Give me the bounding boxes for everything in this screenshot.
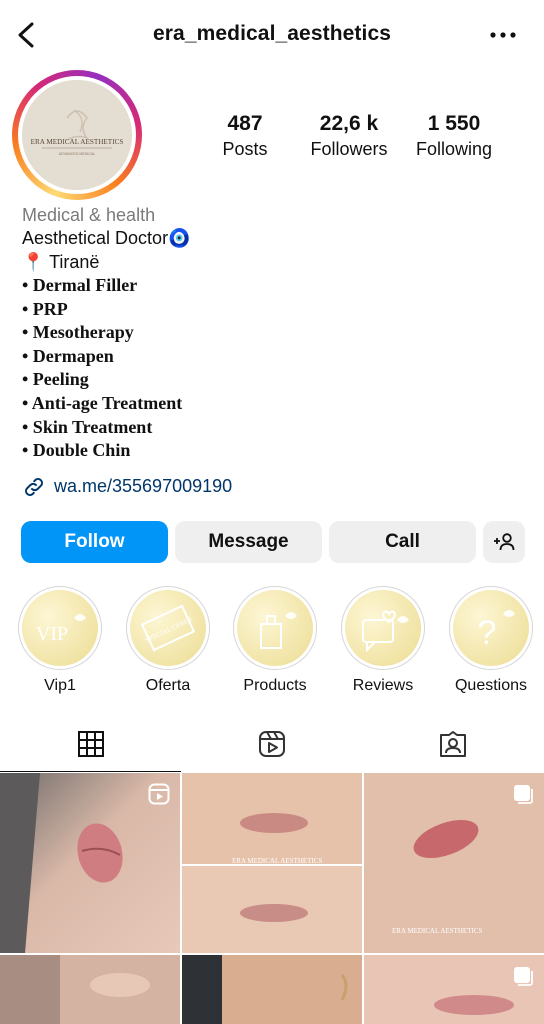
story-highlights: VIP Vip1 SPECIAL OFFER Oferta Products R… xyxy=(0,586,544,696)
profile-tabs xyxy=(0,716,544,772)
stat-posts[interactable]: 487 Posts xyxy=(205,112,285,161)
posts-label: Posts xyxy=(222,139,268,159)
profile-actions: Follow Message Call xyxy=(21,521,525,563)
post-image xyxy=(182,955,362,1024)
highlight-cover: VIP xyxy=(22,590,98,666)
posts-count: 487 xyxy=(227,112,263,135)
tagged-icon xyxy=(439,731,466,757)
grid-post[interactable]: ERA MEDICAL AESTHETICS xyxy=(364,773,544,953)
profile-username: era_medical_aesthetics xyxy=(152,22,392,45)
grid-post[interactable] xyxy=(364,955,544,1024)
bio-location: 📍 Tiranë xyxy=(22,252,100,272)
stat-following[interactable]: 1 550 Following xyxy=(404,112,504,161)
posts-grid: ERA MEDICAL AESTHETICS ERA MEDICAL AESTH… xyxy=(0,773,544,1024)
carousel-icon xyxy=(514,785,533,804)
tab-posts-grid[interactable] xyxy=(0,716,181,772)
question-mark-icon: ? xyxy=(478,614,497,652)
bio-service: • Double Chin xyxy=(22,440,131,461)
reels-icon xyxy=(258,731,285,757)
more-horizontal-icon xyxy=(490,32,516,38)
story-ring[interactable]: ERA MEDICAL AESTHETICS ADVANCED MEDICAL xyxy=(12,70,142,200)
post-watermark: ERA MEDICAL AESTHETICS xyxy=(392,927,482,935)
highlight-label: Products xyxy=(243,677,307,694)
grid-icon xyxy=(77,730,104,757)
carousel-icon xyxy=(514,967,533,986)
call-button[interactable]: Call xyxy=(329,521,476,563)
bio-service: • Peeling xyxy=(22,369,89,390)
highlight-label: Oferta xyxy=(145,677,191,694)
highlight-label: Reviews xyxy=(352,677,414,694)
message-button[interactable]: Message xyxy=(175,521,322,563)
highlight-questions[interactable]: ? Questions xyxy=(448,586,534,696)
highlight-cover: ? xyxy=(453,590,529,666)
followers-count: 22,6 k xyxy=(319,112,379,135)
following-count: 1 550 xyxy=(427,112,481,135)
bio-service: • Dermapen xyxy=(22,345,114,366)
bio-service: • Mesotherapy xyxy=(22,322,134,343)
logo-subtext: ADVANCED MEDICAL xyxy=(59,152,96,156)
follow-button[interactable]: Follow xyxy=(21,521,168,563)
highlight-products[interactable]: Products xyxy=(232,586,318,696)
followers-label: Followers xyxy=(310,139,388,159)
bio-service: • Skin Treatment xyxy=(22,416,153,437)
highlight-art-text: VIP xyxy=(36,623,68,645)
grid-post[interactable]: ERA MEDICAL AESTHETICS xyxy=(182,773,362,953)
profile-bio: Medical & health Aesthetical Doctor🧿 📍 T… xyxy=(22,204,522,499)
avatar: ERA MEDICAL AESTHETICS ADVANCED MEDICAL xyxy=(22,80,132,190)
bio-link[interactable]: wa.me/355697009190 xyxy=(22,475,522,499)
grid-post[interactable] xyxy=(0,955,180,1024)
highlight-cover xyxy=(237,590,313,666)
highlight-oferta[interactable]: SPECIAL OFFER Oferta xyxy=(125,586,211,696)
highlight-reviews[interactable]: Reviews xyxy=(340,586,426,696)
highlight-label: Questions xyxy=(454,677,528,694)
logo-image: ERA MEDICAL AESTHETICS ADVANCED MEDICAL xyxy=(22,80,132,190)
bio-link-text[interactable]: wa.me/355697009190 xyxy=(54,476,232,497)
post-image xyxy=(0,955,180,1024)
highlight-label: Vip1 xyxy=(44,677,76,694)
highlight-cover: SPECIAL OFFER xyxy=(130,590,206,666)
stat-followers[interactable]: 22,6 k Followers xyxy=(299,112,399,161)
bio-service: • PRP xyxy=(22,298,68,319)
tab-tagged[interactable] xyxy=(362,716,543,772)
grid-post[interactable] xyxy=(182,955,362,1024)
post-watermark: ERA MEDICAL AESTHETICS xyxy=(232,857,322,865)
top-bar: era_medical_aesthetics xyxy=(0,0,544,70)
bio-service: • Anti-age Treatment xyxy=(22,392,183,413)
following-label: Following xyxy=(415,139,493,159)
highlight-vip1[interactable]: VIP Vip1 xyxy=(17,586,103,696)
grid-post[interactable] xyxy=(0,773,180,953)
bio-title: Aesthetical Doctor🧿 xyxy=(22,228,191,248)
more-options-button[interactable] xyxy=(488,24,518,46)
bio-service: • Dermal Filler xyxy=(22,275,138,295)
highlight-cover xyxy=(345,590,421,666)
link-icon xyxy=(25,477,43,496)
bio-category: Medical & health xyxy=(22,205,156,225)
chat-heart-icon xyxy=(362,610,409,653)
logo-text: ERA MEDICAL AESTHETICS xyxy=(31,138,124,146)
suggested-users-button[interactable] xyxy=(483,521,525,563)
tab-reels[interactable] xyxy=(181,716,362,772)
post-image: ERA MEDICAL AESTHETICS xyxy=(182,773,362,953)
reels-icon xyxy=(148,783,170,805)
bottle-icon xyxy=(260,612,297,649)
add-user-icon xyxy=(494,533,515,551)
